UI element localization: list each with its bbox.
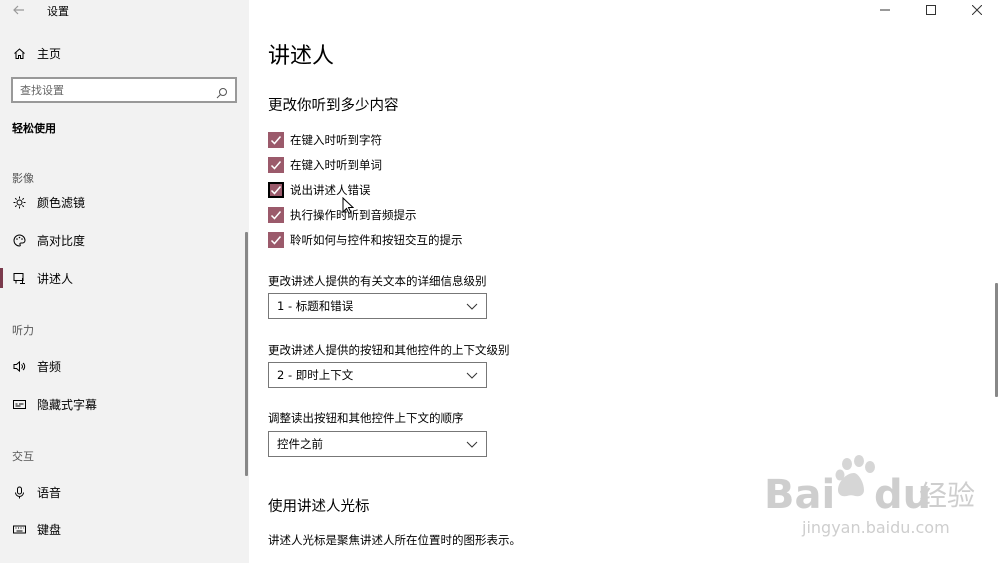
dropdown-label-context-level: 更改讲述人提供的按钮和其他控件的上下文级别: [268, 343, 510, 357]
dropdown-label-context-order: 调整读出按钮和其他控件上下文的顺序: [268, 411, 464, 425]
sidebar-item-label: 键盘: [37, 522, 62, 537]
main-pane: 讲述人 更改你听到多少内容 在键入时听到字符 在键入时听到单词 说出讲述人错误 …: [249, 0, 1000, 563]
speaker-icon: [12, 359, 26, 373]
sidebar-item-keyboard[interactable]: 键盘: [12, 520, 61, 538]
main-scrollbar[interactable]: [995, 283, 998, 397]
checkbox[interactable]: [268, 157, 284, 173]
watermark-url: jingyan.baidu.com: [801, 518, 950, 537]
mouse-cursor-icon: [342, 196, 355, 215]
sidebar-item-label: 颜色滤镜: [37, 195, 86, 210]
watermark-brand: Bai: [764, 472, 835, 518]
sun-icon: [12, 195, 26, 209]
palette-icon: [12, 233, 26, 247]
sidebar-item-label: 音频: [37, 359, 62, 374]
sidebar-item-narrator[interactable]: 讲述人: [12, 269, 73, 287]
window-controls: [862, 0, 1000, 20]
watermark-cn: 经验: [919, 479, 975, 512]
sidebar-item-color-filters[interactable]: 颜色滤镜: [12, 193, 85, 211]
checkbox-interaction-hints[interactable]: 聆听如何与控件和按钮交互的提示: [268, 231, 463, 249]
active-indicator: [0, 268, 3, 288]
checkbox[interactable]: [268, 207, 284, 223]
checkbox-label: 说出讲述人错误: [290, 183, 371, 197]
sidebar: 设置 主页 轻松使用 影像 颜色滤镜 高对比度: [0, 0, 249, 563]
settings-window: 设置 主页 轻松使用 影像 颜色滤镜 高对比度: [0, 0, 1000, 563]
checkbox-hear-characters[interactable]: 在键入时听到字符: [268, 131, 382, 149]
page-title: 讲述人: [268, 44, 335, 69]
dropdown-text-detail[interactable]: 1 - 标题和错误: [268, 293, 487, 319]
chevron-down-icon: [466, 300, 478, 312]
group-label-hearing: 听力: [12, 324, 34, 337]
sidebar-item-closed-captions[interactable]: 隐藏式字幕: [12, 395, 97, 413]
dropdown-context-order[interactable]: 控件之前: [268, 431, 487, 457]
dropdown-value: 控件之前: [277, 437, 323, 451]
maximize-icon[interactable]: [908, 0, 954, 20]
checkbox-narrator-errors[interactable]: 说出讲述人错误: [268, 181, 371, 199]
sidebar-item-label: 语音: [37, 485, 62, 500]
home-icon: [12, 46, 26, 60]
section-description: 讲述人光标是聚焦讲述人所在位置时的图形表示。: [268, 533, 521, 547]
sidebar-item-label: 讲述人: [37, 271, 74, 286]
dropdown-label-text-detail: 更改讲述人提供的有关文本的详细信息级别: [268, 274, 487, 288]
sidebar-item-audio[interactable]: 音频: [12, 357, 61, 375]
microphone-icon: [12, 485, 26, 499]
search-icon[interactable]: [216, 84, 228, 99]
sidebar-item-high-contrast[interactable]: 高对比度: [12, 231, 85, 249]
dropdown-value: 2 - 即时上下文: [277, 368, 354, 382]
captions-icon: [12, 397, 26, 411]
sidebar-item-label: 高对比度: [37, 233, 86, 248]
narrator-icon: [12, 271, 26, 285]
group-label-interaction: 交互: [12, 450, 34, 463]
section-title: 更改你听到多少内容: [268, 98, 399, 114]
sidebar-item-label: 主页: [37, 46, 62, 61]
checkbox-hear-words[interactable]: 在键入时听到单词: [268, 156, 382, 174]
checkbox-label: 聆听如何与控件和按钮交互的提示: [290, 233, 463, 247]
section-heading: 轻松使用: [12, 122, 56, 135]
minimize-icon[interactable]: [862, 0, 908, 20]
group-label-vision: 影像: [12, 172, 34, 185]
close-icon[interactable]: [954, 0, 1000, 20]
checkbox[interactable]: [268, 182, 284, 198]
section-title-cursor: 使用讲述人光标: [268, 499, 370, 515]
sidebar-scrollbar[interactable]: [245, 232, 248, 476]
chevron-down-icon: [466, 369, 478, 381]
search-box[interactable]: [11, 77, 237, 103]
title-bar: 设置: [0, 0, 249, 22]
back-arrow-icon[interactable]: [12, 3, 28, 19]
baidu-watermark-logo: Bai du 经验 jingyan.baidu.com: [764, 455, 975, 537]
sidebar-item-home[interactable]: 主页: [12, 44, 61, 62]
keyboard-icon: [12, 522, 26, 536]
chevron-down-icon: [466, 438, 478, 450]
dropdown-value: 1 - 标题和错误: [277, 299, 354, 313]
checkbox[interactable]: [268, 232, 284, 248]
checkbox-label: 在键入时听到字符: [290, 133, 382, 147]
sidebar-item-label: 隐藏式字幕: [37, 397, 98, 412]
sidebar-item-speech[interactable]: 语音: [12, 483, 61, 501]
app-title: 设置: [47, 5, 69, 18]
checkbox-label: 在键入时听到单词: [290, 158, 382, 172]
checkbox[interactable]: [268, 132, 284, 148]
search-input[interactable]: [20, 83, 210, 97]
dropdown-context-level[interactable]: 2 - 即时上下文: [268, 362, 487, 388]
